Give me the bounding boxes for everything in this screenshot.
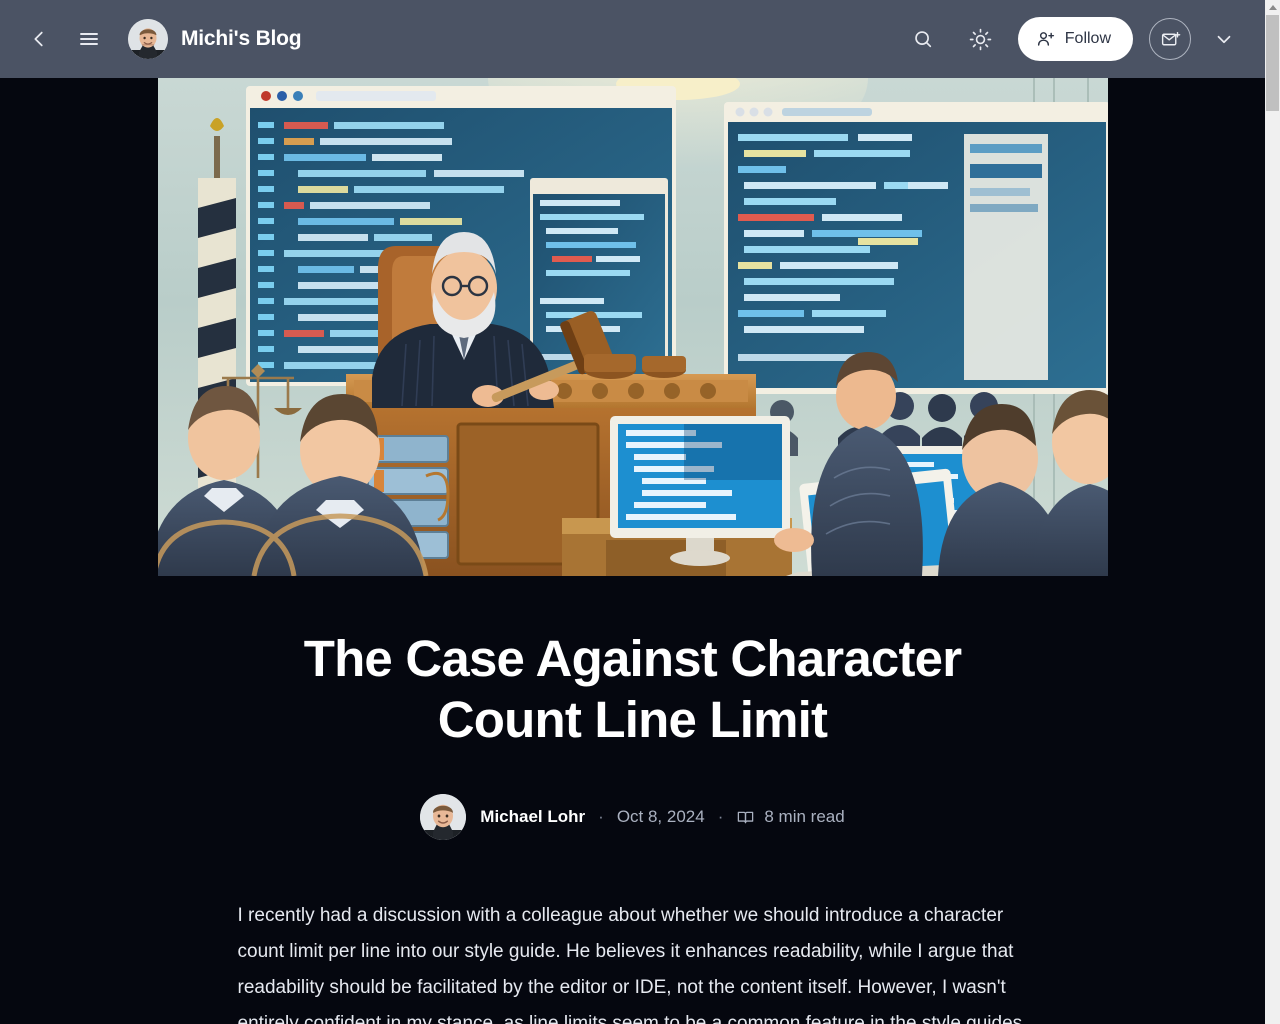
follow-button[interactable]: Follow [1017, 17, 1133, 61]
hamburger-menu-icon [80, 33, 98, 45]
search-icon [914, 31, 931, 48]
article-hero-image [157, 78, 1108, 576]
courtroom-illustration-icon [157, 78, 1108, 576]
subscribe-button[interactable] [1149, 18, 1191, 60]
article: The Case Against Character Count Line Li… [0, 78, 1265, 1024]
browser-viewport: Michi's Blog Follow The Case Against Cha… [0, 0, 1280, 1024]
article-paragraph: I recently had a discussion with a colle… [237, 905, 1023, 1024]
site-brand-link[interactable]: Michi's Blog [128, 19, 302, 59]
page-scroll-area: Michi's Blog Follow The Case Against Cha… [0, 0, 1265, 1024]
brand-title: Michi's Blog [181, 27, 302, 50]
byline-separator-2: · [717, 807, 724, 826]
article-title: The Case Against Character Count Line Li… [303, 630, 962, 748]
scroll-up-arrow-icon [1268, 5, 1277, 10]
read-time: 8 min read [736, 807, 845, 827]
more-options-button[interactable] [1203, 18, 1245, 60]
read-time-label: 8 min read [764, 807, 845, 826]
chevron-left-icon [34, 31, 43, 47]
article-byline: Michael Lohr · Oct 8, 2024 · 8 min read [0, 794, 1265, 840]
author-avatar-photo-icon [420, 794, 467, 840]
chevron-down-icon [1217, 35, 1231, 44]
person-plus-icon [1037, 32, 1054, 46]
author-avatar [420, 794, 467, 840]
menu-button[interactable] [68, 18, 110, 60]
header-right-group: Follow [902, 17, 1245, 61]
site-header: Michi's Blog Follow [0, 0, 1265, 78]
back-button[interactable] [18, 18, 60, 60]
scroll-up-button[interactable] [1265, 0, 1280, 15]
theme-toggle-button[interactable] [960, 18, 1002, 60]
scrollbar-thumb[interactable] [1266, 15, 1279, 111]
article-body: I recently had a discussion with a colle… [238, 898, 1028, 1024]
publish-date: Oct 8, 2024 [616, 807, 705, 826]
follow-button-label: Follow [1064, 30, 1111, 47]
avatar-photo-icon [128, 19, 168, 59]
header-left-group: Michi's Blog [18, 18, 302, 60]
search-button[interactable] [902, 18, 944, 60]
byline-separator-1: · [598, 807, 604, 826]
sun-icon [969, 28, 992, 50]
envelope-plus-icon [1161, 31, 1180, 45]
brand-avatar [128, 19, 168, 59]
scrollbar-track[interactable] [1265, 15, 1280, 1024]
hero-illustration [157, 78, 1108, 576]
book-open-icon [738, 811, 754, 823]
vertical-scrollbar[interactable] [1265, 0, 1280, 1024]
author-name[interactable]: Michael Lohr [480, 807, 585, 827]
